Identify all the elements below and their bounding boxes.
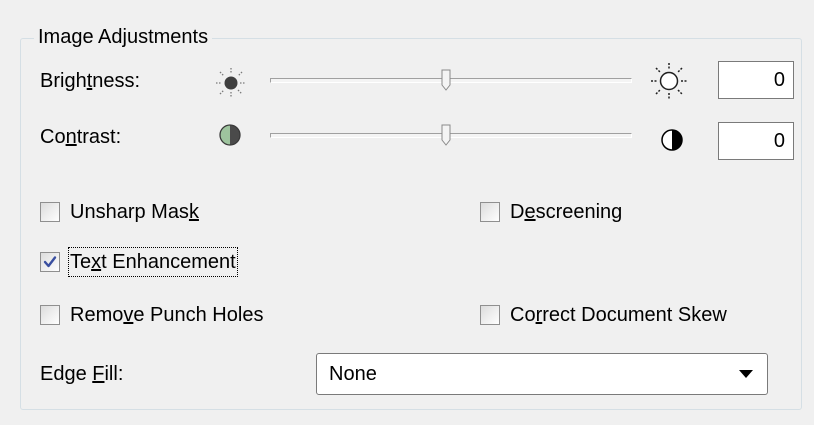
label-part: D [510, 201, 525, 223]
edge-fill-label: Edge Fill: [40, 361, 123, 387]
sun-bright-icon [651, 63, 687, 99]
label-part: e Punch Holes [133, 304, 264, 326]
edge-fill-label-part: Edge [40, 363, 93, 385]
label-part: screening [535, 201, 623, 223]
contrast-label: Contrast: [40, 124, 121, 150]
label-accesskey: v [123, 304, 134, 326]
contrast-label-accesskey: n [65, 126, 77, 148]
brightness-label-part: ness: [92, 70, 141, 92]
brightness-label: Brightness: [40, 68, 140, 94]
descreening-checkbox[interactable]: Descreening [480, 199, 622, 225]
label-part: rect Document Skew [542, 304, 727, 326]
label-part: Unsharp Mas [70, 201, 189, 223]
contrast-slider-thumb[interactable] [441, 124, 451, 146]
label-accesskey: k [188, 201, 199, 223]
unsharp-mask-checkbox[interactable]: Unsharp Mask [40, 199, 199, 225]
remove-punch-holes-label: Remove Punch Holes [70, 302, 263, 328]
correct-document-skew-label: Correct Document Skew [510, 302, 727, 328]
text-enhancement-checkbox[interactable]: Text Enhancement [40, 247, 238, 277]
label-part: Remo [70, 304, 124, 326]
edge-fill-label-accesskey: F [92, 363, 105, 385]
contrast-slider-track[interactable] [270, 133, 632, 138]
correct-document-skew-checkbox[interactable]: Correct Document Skew [480, 302, 727, 328]
group-title: Image Adjustments [34, 24, 213, 50]
text-enhancement-label: Text Enhancement [68, 247, 238, 277]
checkmark-icon [43, 256, 57, 268]
text-enhancement-box[interactable] [40, 252, 60, 272]
brightness-label-part: Brigh [40, 70, 87, 92]
brightness-slider-thumb[interactable] [441, 69, 451, 91]
edge-fill-dropdown[interactable]: None [316, 353, 768, 395]
brightness-slider-track[interactable] [270, 78, 632, 83]
sun-dim-icon [216, 68, 246, 98]
edge-fill-selected-value: None [329, 363, 377, 385]
descreening-label: Descreening [510, 199, 622, 225]
contrast-label-part: Co [40, 126, 66, 148]
label-accesskey: x [91, 251, 102, 273]
correct-document-skew-box[interactable] [480, 305, 500, 325]
image-adjustments-panel: Image Adjustments Brightness: 0 Contrast… [0, 0, 814, 425]
label-accesskey: e [524, 201, 536, 223]
brightness-value-field[interactable]: 0 [718, 61, 794, 99]
chevron-down-icon[interactable] [739, 370, 753, 378]
contrast-low-icon [219, 124, 241, 146]
remove-punch-holes-box[interactable] [40, 305, 60, 325]
label-part: Te [70, 251, 92, 273]
edge-fill-label-part: ill: [104, 363, 124, 385]
contrast-high-icon [661, 129, 683, 151]
contrast-label-part: trast: [76, 126, 122, 148]
label-part: t Enhancement [101, 251, 236, 273]
contrast-value-field[interactable]: 0 [718, 122, 794, 160]
unsharp-mask-box[interactable] [40, 202, 60, 222]
remove-punch-holes-checkbox[interactable]: Remove Punch Holes [40, 302, 263, 328]
label-part: Co [510, 304, 536, 326]
unsharp-mask-label: Unsharp Mask [70, 199, 199, 225]
descreening-box[interactable] [480, 202, 500, 222]
